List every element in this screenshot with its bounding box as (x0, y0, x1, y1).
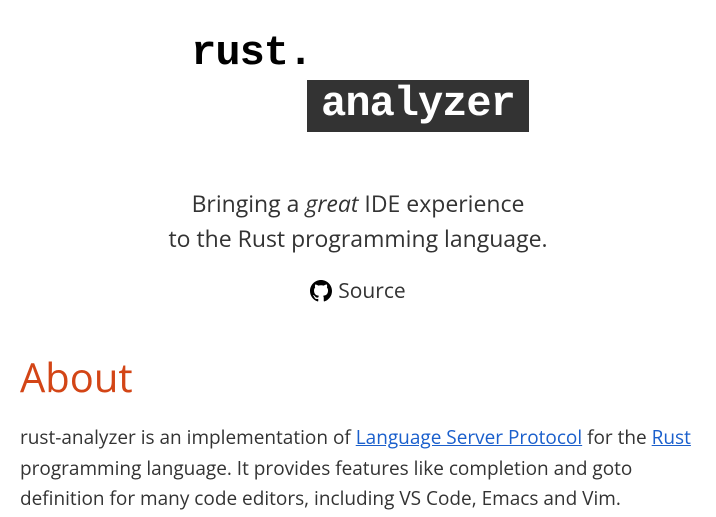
source-link[interactable]: Source (310, 277, 405, 305)
github-icon (310, 280, 332, 302)
tagline-post: IDE experience (358, 187, 524, 219)
logo-bottom-text: analyzer (307, 80, 529, 132)
source-label: Source (338, 277, 405, 305)
tagline: Bringing a great IDE experience to the R… (20, 186, 696, 255)
about-text-mid: for the (582, 424, 652, 450)
logo-top-text: rust. (187, 32, 529, 74)
about-heading: About (20, 349, 696, 404)
tagline-emphasis: great (305, 187, 358, 219)
rust-link[interactable]: Rust (652, 424, 691, 450)
hero-section: rust. analyzer Bringing a great IDE expe… (20, 0, 696, 307)
about-text-post: programming language. It provides featur… (20, 455, 632, 511)
tagline-line-1: Bringing a great IDE experience (20, 186, 696, 221)
tagline-pre: Bringing a (192, 187, 306, 219)
tagline-line-2: to the Rust programming language. (20, 221, 696, 256)
lsp-link[interactable]: Language Server Protocol (356, 424, 582, 450)
about-text-pre: rust-analyzer is an implementation of (20, 424, 356, 450)
about-paragraph: rust-analyzer is an implementation of La… (20, 422, 696, 513)
logo: rust. analyzer (187, 32, 529, 132)
